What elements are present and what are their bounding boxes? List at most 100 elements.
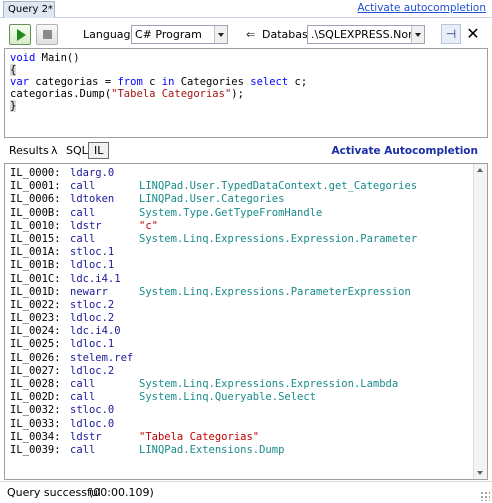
chevron-down-icon[interactable] bbox=[214, 26, 227, 43]
query-tab[interactable]: Query 2* bbox=[3, 1, 55, 18]
tab-results[interactable]: Results bbox=[9, 144, 49, 157]
tab-lambda[interactable]: λ bbox=[51, 144, 58, 157]
language-select[interactable]: C# Program bbox=[131, 25, 228, 44]
il-offset: IL_0015: bbox=[10, 232, 61, 245]
il-operand: LINQPad.Extensions.Dump bbox=[139, 443, 285, 456]
il-opcode: call bbox=[70, 391, 96, 404]
il-row: IL_001B: ldloc.1 bbox=[10, 259, 470, 272]
il-offset: IL_0024: bbox=[10, 325, 61, 338]
database-select-value: .\SQLEXPRESS.Northwi bbox=[311, 28, 425, 41]
il-offset: IL_001C: bbox=[10, 272, 61, 285]
il-offset: IL_0034: bbox=[10, 430, 61, 443]
query-tab-strip: Query 2* Activate autocompletion bbox=[0, 0, 492, 18]
il-offset: IL_0025: bbox=[10, 338, 61, 351]
il-row: IL_002D: call System.Linq.Queryable.Select bbox=[10, 391, 470, 404]
il-row: IL_0023: ldloc.2 bbox=[10, 312, 470, 325]
il-opcode: ldarg.0 bbox=[70, 167, 115, 179]
code-token: ); bbox=[231, 88, 244, 100]
il-row: IL_0026: stelem.ref bbox=[10, 352, 470, 365]
code-line[interactable]: void Main() bbox=[10, 52, 487, 64]
il-row: IL_001C: ldc.i4.1 bbox=[10, 273, 470, 286]
language-label: Language bbox=[83, 28, 138, 41]
il-operand: System.Linq.Expressions.Expression.Param… bbox=[139, 232, 418, 245]
il-row: IL_0032: stloc.0 bbox=[10, 404, 470, 417]
il-opcode: ldloc.0 bbox=[70, 417, 115, 430]
il-offset: IL_0000: bbox=[10, 167, 61, 179]
code-editor[interactable]: void Main(){var categorias = from c in C… bbox=[4, 48, 488, 138]
il-operand: System.Linq.Expressions.ParameterExpress… bbox=[139, 285, 411, 298]
stop-button[interactable] bbox=[36, 24, 58, 45]
il-row: IL_0006: ldtoken LINQPad.User.Categories bbox=[10, 193, 470, 206]
il-listing: IL_0000: ldarg.0 IL_0001: call LINQPad.User.… bbox=[10, 167, 470, 457]
il-row: IL_0025: ldloc.1 bbox=[10, 338, 470, 351]
il-offset: IL_0028: bbox=[10, 378, 61, 390]
il-row: IL_0033: ldloc.0 bbox=[10, 418, 470, 431]
code-token: var bbox=[10, 76, 29, 88]
status-message: Query successful bbox=[7, 486, 101, 499]
vertical-scrollbar[interactable] bbox=[473, 164, 487, 479]
il-opcode: stloc.1 bbox=[70, 246, 115, 259]
code-line[interactable]: { bbox=[10, 64, 487, 76]
il-row: IL_0015: call System.Linq.Expressions.Expr… bbox=[10, 233, 470, 246]
il-opcode: ldloc.2 bbox=[70, 312, 115, 325]
database-select[interactable]: .\SQLEXPRESS.Northwi bbox=[307, 25, 425, 44]
il-opcode: stloc.2 bbox=[70, 298, 115, 311]
il-operand: System.Linq.Queryable.Select bbox=[139, 391, 317, 404]
code-token: Categories bbox=[174, 76, 251, 88]
il-opcode: call bbox=[70, 206, 96, 219]
il-offset: IL_0023: bbox=[10, 312, 61, 325]
il-offset: IL_001B: bbox=[10, 259, 61, 272]
il-opcode: ldstr bbox=[70, 430, 102, 443]
il-row: IL_000B: call System.Type.GetTypeFromHandl… bbox=[10, 207, 470, 220]
code-token: Main() bbox=[35, 52, 80, 64]
il-opcode: ldtoken bbox=[70, 193, 115, 206]
il-opcode: ldloc.1 bbox=[70, 259, 115, 272]
il-offset: IL_0022: bbox=[10, 298, 61, 311]
il-offset: IL_0032: bbox=[10, 404, 61, 417]
il-row: IL_0027: ldloc.2 bbox=[10, 365, 470, 378]
code-token: categorias = bbox=[28, 76, 118, 88]
il-offset: IL_000B: bbox=[10, 206, 61, 219]
il-row: IL_0010: ldstr "c" bbox=[10, 220, 470, 233]
run-button[interactable] bbox=[9, 24, 31, 45]
code-line[interactable]: } bbox=[10, 100, 487, 112]
activate-autocompletion-link[interactable]: Activate autocompletion bbox=[357, 1, 486, 15]
code-token: c; bbox=[288, 76, 308, 88]
code-token: c bbox=[142, 76, 162, 88]
results-tab-bar: Results λ SQL IL Activate Autocompletion bbox=[0, 141, 492, 161]
chevron-down-icon[interactable] bbox=[411, 26, 424, 43]
il-offset: IL_0033: bbox=[10, 417, 61, 430]
resize-grip-icon[interactable] bbox=[480, 491, 490, 501]
play-icon bbox=[17, 29, 26, 41]
tab-il[interactable]: IL bbox=[88, 142, 110, 159]
pin-button[interactable]: ⊣ bbox=[441, 24, 461, 44]
scroll-up-icon[interactable] bbox=[474, 164, 487, 177]
code-token: select bbox=[250, 76, 289, 88]
code-line[interactable]: var categorias = from c in Categories se… bbox=[10, 76, 487, 88]
il-opcode: stloc.0 bbox=[70, 404, 115, 417]
scroll-down-icon[interactable] bbox=[474, 466, 487, 479]
il-offset: IL_0010: bbox=[10, 219, 61, 232]
il-opcode: newarr bbox=[70, 285, 108, 298]
code-token: { bbox=[10, 64, 17, 76]
il-offset: IL_0006: bbox=[10, 193, 61, 206]
close-button[interactable]: ✕ bbox=[464, 25, 482, 43]
il-offset: IL_002D: bbox=[10, 391, 61, 404]
close-icon: ✕ bbox=[466, 24, 480, 43]
query-toolbar: Language C# Program ⇐ Database .\SQLEXPR… bbox=[0, 19, 492, 49]
il-opcode: call bbox=[70, 378, 96, 390]
il-output-pane[interactable]: IL_0000: ldarg.0 IL_0001: call LINQPad.User.… bbox=[4, 163, 488, 480]
il-opcode: call bbox=[70, 180, 96, 193]
code-token: } bbox=[10, 100, 17, 112]
il-opcode: ldc.i4.1 bbox=[70, 272, 121, 285]
il-row: IL_001A: stloc.1 bbox=[10, 246, 470, 259]
il-row: IL_0001: call LINQPad.User.TypedDataContex… bbox=[10, 180, 470, 193]
language-select-value: C# Program bbox=[135, 28, 202, 41]
il-opcode: ldstr bbox=[70, 219, 102, 232]
tab-sql[interactable]: SQL bbox=[66, 144, 88, 157]
code-line[interactable]: categorias.Dump("Tabela Categorias"); bbox=[10, 88, 487, 100]
il-opcode: stelem.ref bbox=[70, 351, 134, 364]
il-row: IL_0039: call LINQPad.Extensions.Dump bbox=[10, 444, 470, 457]
activate-autocompletion-link-bold[interactable]: Activate Autocompletion bbox=[332, 145, 478, 157]
il-row: IL_0022: stloc.2 bbox=[10, 299, 470, 312]
